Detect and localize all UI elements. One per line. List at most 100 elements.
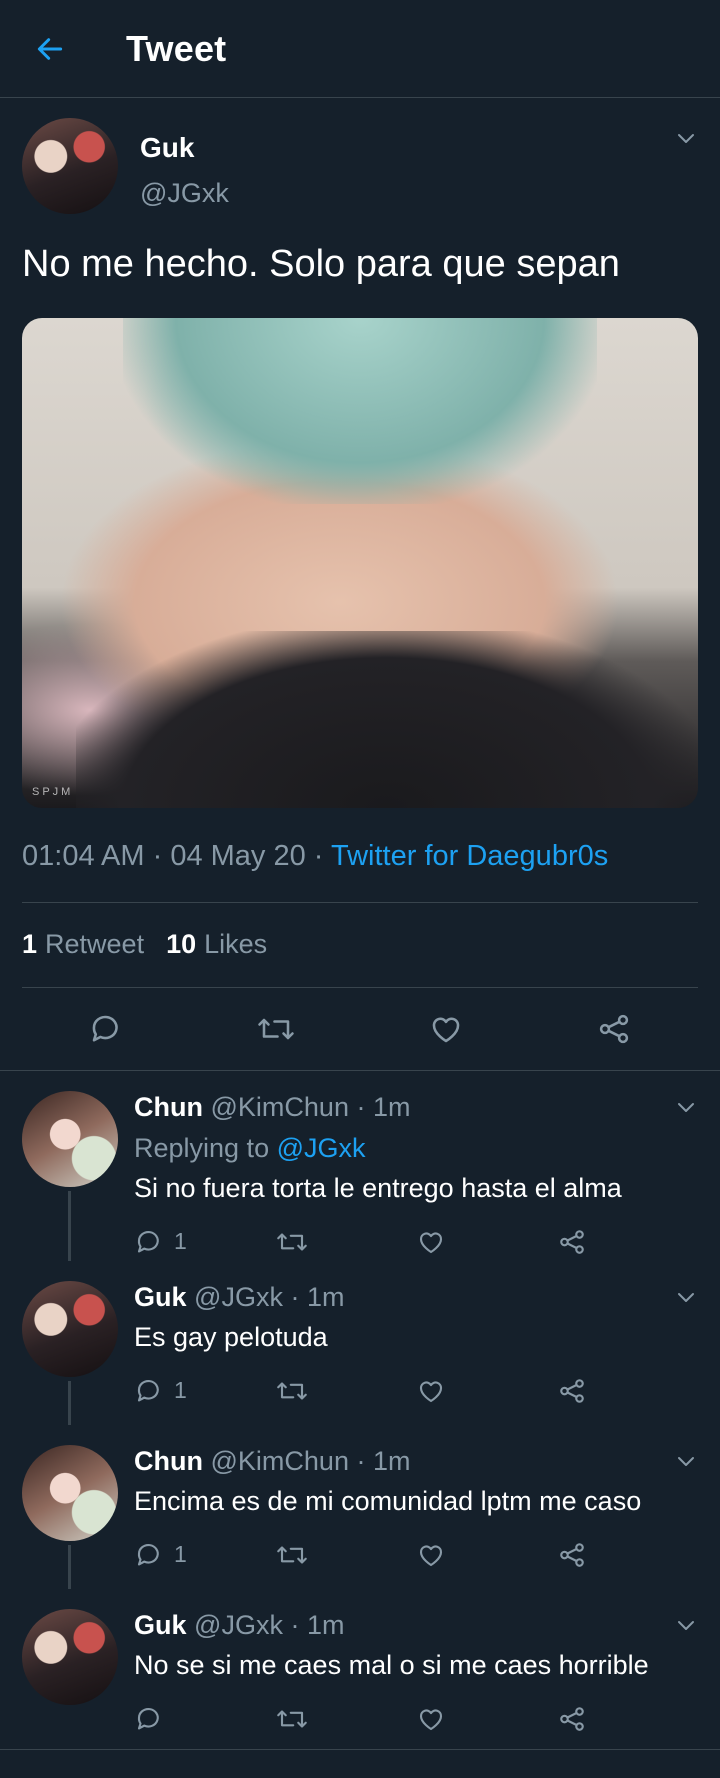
reply-icon[interactable]: [88, 1011, 124, 1047]
share-icon: [560, 1229, 584, 1254]
reply-author-handle[interactable]: @KimChun: [211, 1446, 349, 1476]
reply-count: 1: [174, 1541, 187, 1568]
share-icon[interactable]: [596, 1011, 632, 1047]
reply-author-name[interactable]: Guk: [134, 1610, 187, 1640]
reply-icon: [137, 1230, 159, 1253]
share-button[interactable]: [557, 1227, 698, 1257]
replying-to: Replying to @JGxk: [134, 1132, 366, 1163]
reply-actions: 1: [134, 1224, 698, 1260]
reply-count: 1: [174, 1377, 187, 1404]
replying-to-link[interactable]: @JGxk: [277, 1133, 366, 1163]
chevron-down-icon[interactable]: [674, 1613, 698, 1637]
retweet-icon[interactable]: [256, 1011, 296, 1047]
retweet-button[interactable]: [275, 1376, 416, 1406]
reply-text: No se si me caes mal o si me caes horrib…: [134, 1649, 649, 1680]
chevron-down-icon[interactable]: [674, 1449, 698, 1473]
avatar[interactable]: [22, 1608, 118, 1705]
likes-stat[interactable]: 10 Likes: [166, 929, 267, 960]
share-icon: [560, 1542, 584, 1567]
reply-time: 1m: [372, 1445, 411, 1476]
reply-time: 1m: [306, 1609, 345, 1640]
tweet-date: 04 May 20: [170, 839, 306, 872]
retweet-stat[interactable]: 1 Retweet: [22, 929, 144, 960]
reply-author-name[interactable]: Chun: [134, 1092, 203, 1122]
reply-button[interactable]: [134, 1704, 275, 1734]
reply-button[interactable]: 1: [134, 1540, 275, 1570]
tweet-meta: 01:04 AM · 04 May 20 · Twitter for Daegu…: [22, 838, 698, 874]
divider: [0, 1748, 720, 1750]
thread-line: [68, 1544, 71, 1589]
chevron-down-icon[interactable]: [674, 1095, 698, 1119]
retweet-icon: [277, 1382, 307, 1400]
reply-header: Chun @KimChun · 1m: [134, 1091, 698, 1123]
reply-header: Guk @JGxk · 1m: [134, 1609, 698, 1641]
reply-header: Chun @KimChun · 1m: [134, 1445, 698, 1477]
author-handle[interactable]: @JGxk: [140, 178, 229, 209]
reply-tweet[interactable]: Guk @JGxk · 1m No se si me caes mal o si…: [0, 1589, 720, 1749]
reply-text: Encima es de mi comunidad lptm me caso: [134, 1485, 642, 1516]
reply-text: Si no fuera torta le entrego hasta el al…: [134, 1172, 622, 1203]
share-button[interactable]: [557, 1704, 698, 1734]
retweet-icon: [277, 1233, 307, 1251]
retweet-button[interactable]: [275, 1704, 416, 1734]
reply-author-name[interactable]: Chun: [134, 1446, 203, 1476]
reply-time: 1m: [306, 1281, 345, 1312]
meta-separator: ·: [313, 839, 331, 872]
reply-button[interactable]: 1: [134, 1227, 275, 1257]
avatar[interactable]: [22, 1444, 118, 1541]
retweet-button[interactable]: [275, 1540, 416, 1570]
reply-count: 1: [174, 1228, 187, 1255]
like-icon: [419, 1709, 443, 1730]
reply-icon: [137, 1543, 159, 1566]
like-icon[interactable]: [428, 1011, 464, 1047]
reply-button[interactable]: 1: [134, 1376, 275, 1406]
reply-tweet[interactable]: Guk @JGxk · 1m Es gay pelotuda 1: [0, 1261, 720, 1425]
avatar[interactable]: [22, 1280, 118, 1377]
meta-separator: ·: [356, 1091, 373, 1122]
chevron-down-icon[interactable]: [674, 1285, 698, 1309]
tweet-source-link[interactable]: Twitter for Daegubr0s: [331, 840, 608, 872]
share-icon: [560, 1706, 584, 1731]
back-button[interactable]: [0, 0, 100, 98]
reply-author-handle[interactable]: @JGxk: [194, 1282, 283, 1312]
reply-author-handle[interactable]: @JGxk: [194, 1610, 283, 1640]
like-button[interactable]: [416, 1540, 557, 1570]
tweet-text: No me hecho. Solo para que sepan: [22, 243, 620, 285]
reply-author-name[interactable]: Guk: [134, 1282, 187, 1312]
like-button[interactable]: [416, 1376, 557, 1406]
thread-line: [68, 1190, 71, 1261]
tweet-photo[interactable]: SPJM: [22, 317, 698, 808]
main-tweet: Guk @JGxk No me hecho. Solo para que sep…: [0, 98, 720, 1070]
reply-tweet[interactable]: Chun @KimChun · 1m Encima es de mi comun…: [0, 1425, 720, 1589]
reply-icon: [137, 1707, 159, 1730]
author-name[interactable]: Guk: [140, 132, 229, 164]
avatar[interactable]: [22, 1090, 118, 1187]
top-bar: Tweet: [0, 0, 720, 98]
share-button[interactable]: [557, 1376, 698, 1406]
photo-watermark: SPJM: [32, 785, 74, 798]
reply-actions: 1: [134, 1373, 698, 1409]
like-button[interactable]: [416, 1704, 557, 1734]
reply-actions: 1: [134, 1537, 698, 1573]
meta-separator: ·: [152, 839, 171, 872]
reply-author-handle[interactable]: @KimChun: [211, 1092, 349, 1122]
photo-hoodie: [76, 631, 698, 808]
reply-icon: [137, 1379, 159, 1402]
back-arrow-icon: [37, 37, 63, 60]
retweet-icon: [277, 1710, 307, 1728]
avatar[interactable]: [22, 118, 118, 214]
share-button[interactable]: [557, 1540, 698, 1570]
share-icon: [560, 1378, 584, 1403]
reply-actions: [134, 1701, 698, 1737]
meta-separator: ·: [290, 1281, 307, 1312]
thread-line: [68, 1380, 71, 1425]
tweet-author: Guk @JGxk: [22, 98, 698, 214]
reply-tweet[interactable]: Chun @KimChun · 1m Replying to @JGxk Si …: [0, 1071, 720, 1261]
retweet-icon: [277, 1546, 307, 1564]
chevron-down-icon[interactable]: [674, 126, 698, 150]
reply-text: Es gay pelotuda: [134, 1321, 328, 1352]
retweet-button[interactable]: [275, 1227, 416, 1257]
reply-time: 1m: [372, 1091, 411, 1122]
tweet-actions: [22, 988, 698, 1070]
like-button[interactable]: [416, 1227, 557, 1257]
